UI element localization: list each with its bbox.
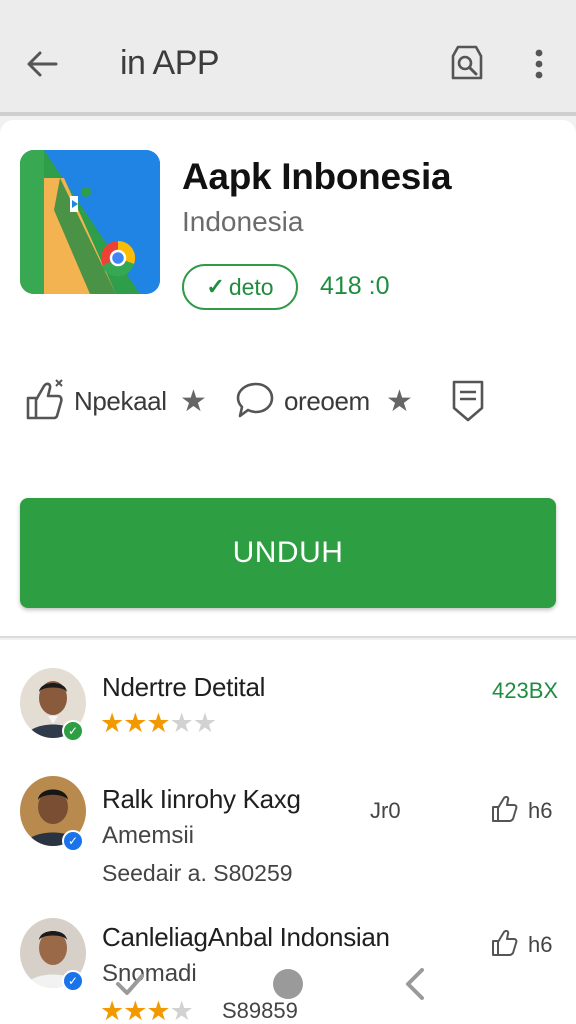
system-nav-bar xyxy=(0,950,576,1024)
app-logo-icon[interactable] xyxy=(20,150,160,294)
review-author: Ralk Iinrohy Kaxg xyxy=(102,784,301,814)
thumbs-up-icon xyxy=(26,379,63,420)
review-detail: Seedair a. S80259 xyxy=(102,860,293,886)
top-app-bar: in APP xyxy=(0,0,576,116)
reviews-label: oreoem xyxy=(284,386,370,416)
comment-icon xyxy=(236,382,274,418)
page-title: in APP xyxy=(120,44,220,82)
review-author: CanleliagAnbal Indonsian xyxy=(102,922,390,952)
app-search-icon[interactable] xyxy=(446,42,488,84)
more-vertical-icon[interactable] xyxy=(524,44,554,84)
publisher-name[interactable]: Indonesia xyxy=(182,206,303,238)
star-rating: ★★★★★ xyxy=(100,708,217,738)
verified-icon: ✓ xyxy=(62,720,84,742)
badge-label: deto xyxy=(228,273,274,300)
size-info: 418 :0 xyxy=(320,272,390,300)
review-meta-left: Jr0 xyxy=(370,798,401,823)
review-meta: 423BX xyxy=(492,678,559,703)
install-button[interactable]: UNDUH xyxy=(20,498,556,608)
review-subtitle: Amemsii xyxy=(102,822,195,849)
stats-row: Npekaal ★ oreoem ★ xyxy=(22,376,562,432)
app-name: Aapk Inbonesia xyxy=(182,156,452,197)
app-detail-card: Aapk Inbonesia Indonesia ✓ deto 418 :0 N… xyxy=(0,120,576,638)
like-count: h6 xyxy=(528,798,553,823)
thumbs-up-icon[interactable] xyxy=(490,794,520,824)
install-button-label: UNDUH xyxy=(232,536,344,569)
star-icon: ★ xyxy=(180,385,207,418)
arrow-left-icon[interactable] xyxy=(22,44,62,84)
editors-choice-badge: ✓ deto xyxy=(182,264,298,310)
nav-back-icon[interactable] xyxy=(396,964,436,1004)
check-icon: ✓ xyxy=(206,274,225,299)
nav-home-icon[interactable] xyxy=(268,964,308,1004)
installs-label: Npekaal xyxy=(74,386,167,416)
content-rating-icon xyxy=(452,380,484,422)
nav-check-icon[interactable] xyxy=(110,964,150,1004)
verified-icon: ✓ xyxy=(62,830,84,852)
review-author: Ndertre Detital xyxy=(102,672,266,702)
rating-star-icon: ★ xyxy=(386,385,413,418)
